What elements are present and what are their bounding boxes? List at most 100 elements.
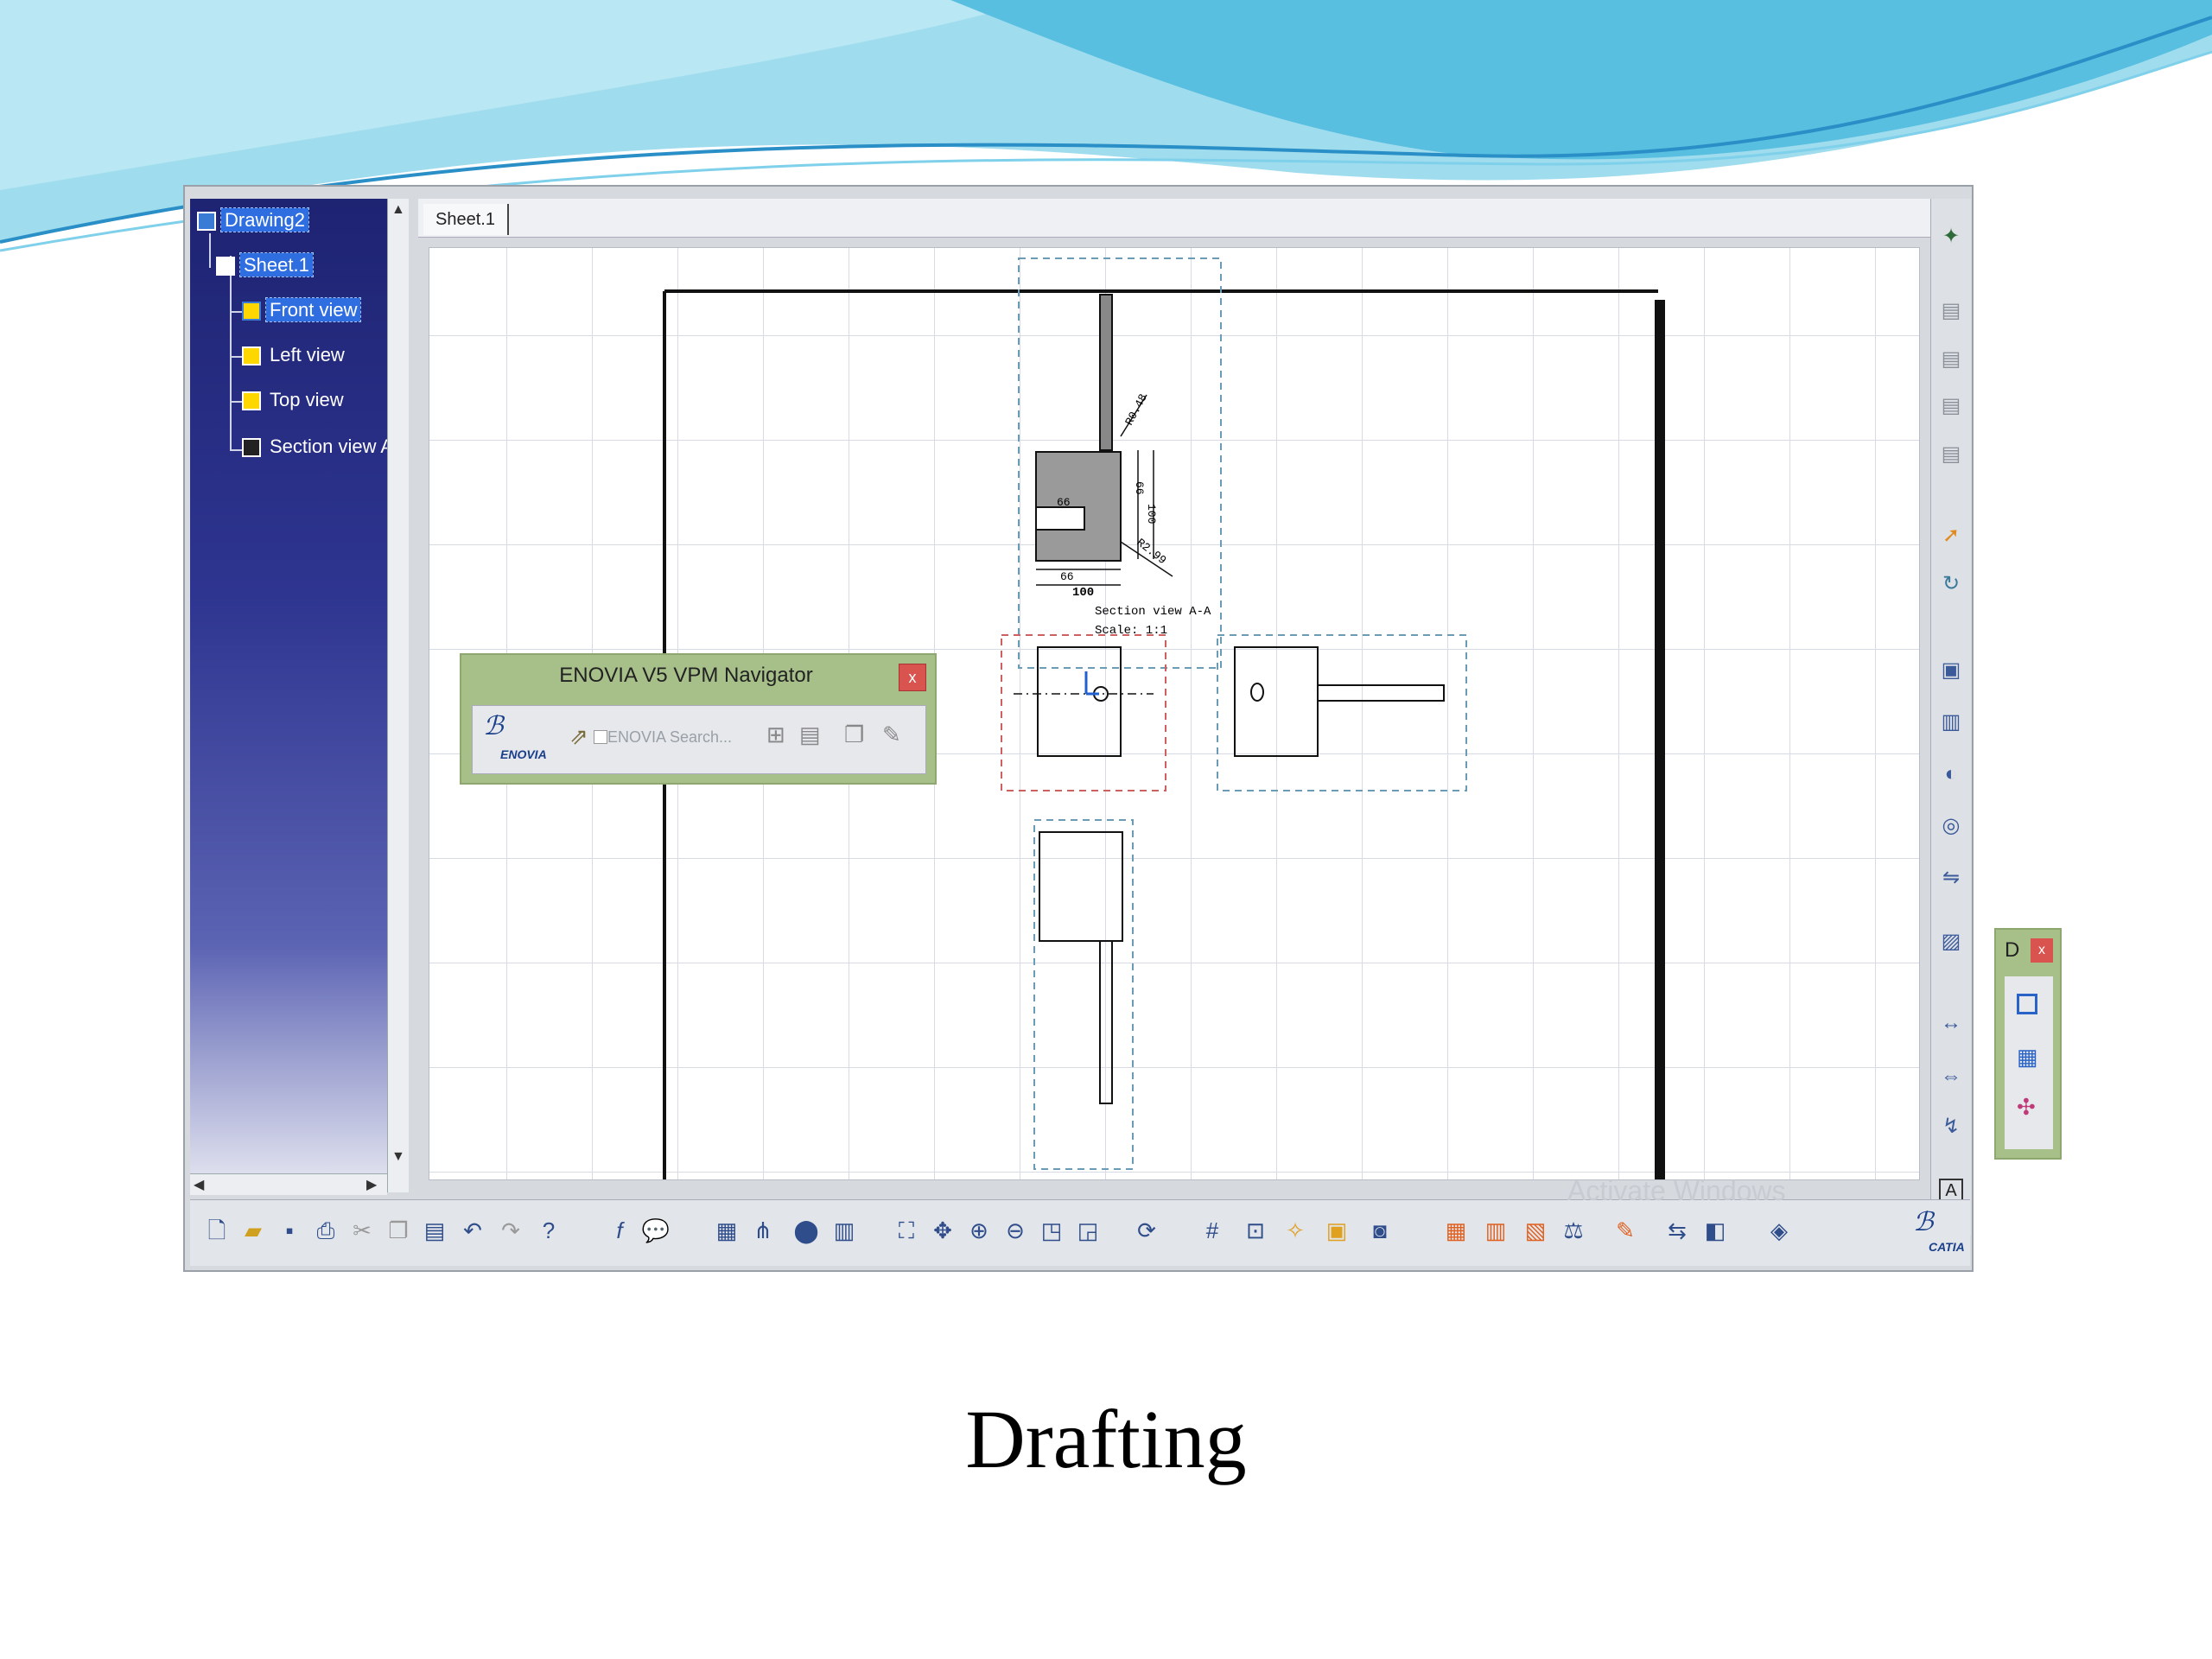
zoom-out-icon[interactable]: ⊖ <box>1001 1216 1030 1245</box>
sheet-icon[interactable]: ▤ <box>1939 299 1963 323</box>
knowledge-icon[interactable]: ⋔ <box>748 1216 778 1245</box>
normal-view-icon[interactable]: ◲ <box>1073 1216 1103 1245</box>
scroll-right-arrow-icon[interactable]: ▶ <box>366 1176 377 1193</box>
grid-view-icon[interactable]: ▦ <box>2017 1044 2038 1071</box>
left-view-hole <box>1250 683 1264 702</box>
tree-vertical-scrollbar[interactable]: ▲ ▼ <box>387 199 409 1192</box>
dimension-tool-icon[interactable]: ⇆ <box>1662 1216 1692 1245</box>
save-icon[interactable]: ▪ <box>275 1216 304 1245</box>
bottom-toolbar: 🗋 ▰ ▪ ⎙ ✂ ❐ ▤ ↶ ↷ ? f 💬 ▦ ⋔ ⬤ ▥ ⛶ ✥ ⊕ ⊖ … <box>190 1199 1970 1266</box>
refresh-icon[interactable]: ⟳ <box>1132 1216 1161 1245</box>
front-view-frame[interactable] <box>1001 634 1166 791</box>
enovia-search-field[interactable]: ENOVIA Search... <box>607 728 732 747</box>
new-sheet-icon[interactable]: ▤ <box>1939 347 1963 372</box>
left-view-body <box>1234 646 1319 757</box>
tree-item-label: Front view <box>264 297 362 322</box>
pan-icon[interactable]: ✥ <box>928 1216 957 1245</box>
scroll-up-arrow-icon[interactable]: ▲ <box>391 202 405 218</box>
copy-icon[interactable]: ❐ <box>384 1216 413 1245</box>
left-view-frame[interactable] <box>1217 634 1467 791</box>
3d-icon[interactable]: ◧ <box>1700 1216 1730 1245</box>
catia-logo: ℬ CATIA <box>1913 1207 1965 1259</box>
tree-item-sheet[interactable]: Sheet.1 <box>216 252 314 277</box>
cut-icon[interactable]: ✂ <box>347 1216 377 1245</box>
select-arrow-icon[interactable]: ➚ <box>1939 524 1963 548</box>
dress-up-icon[interactable]: ▧ <box>1521 1216 1550 1245</box>
print-icon[interactable]: ⎙ <box>311 1216 340 1245</box>
knowledgeware-icon[interactable]: ◈ <box>1764 1216 1794 1245</box>
table-icon[interactable]: ▦ <box>712 1216 741 1245</box>
drawing-floating-toolbar[interactable]: D x ▦ ✣ <box>1994 928 2062 1160</box>
drawing-icon <box>197 212 216 232</box>
dimension-icon[interactable]: ↔ <box>1939 1011 1963 1035</box>
constraint-icon[interactable]: ⚖ <box>1559 1216 1588 1245</box>
tree-item-top-view[interactable]: Top view <box>242 389 347 411</box>
view-wizard-icon[interactable]: ▨ <box>1939 930 1963 954</box>
update-icon[interactable]: ▤ <box>1939 442 1963 467</box>
help-icon[interactable]: ? <box>534 1216 563 1245</box>
catia-logo-text: CATIA <box>1929 1240 1965 1254</box>
open-icon[interactable]: ▰ <box>238 1216 268 1245</box>
snap-icon[interactable]: ⊡ <box>1241 1216 1270 1245</box>
zoom-area-icon[interactable]: ◳ <box>1037 1216 1066 1245</box>
catalog-icon[interactable]: ⬤ <box>791 1216 821 1245</box>
generate-dimension-icon[interactable]: ↯ <box>1939 1115 1963 1139</box>
section-scale-caption: Scale: 1:1 <box>1095 624 1167 638</box>
tree-item-drawing[interactable]: Drawing2 <box>197 207 309 232</box>
enovia-close-button[interactable]: x <box>899 664 926 691</box>
scroll-left-arrow-icon[interactable]: ◀ <box>194 1176 204 1193</box>
search-tree-icon[interactable]: ⊞ <box>766 721 785 748</box>
redo-icon[interactable]: ↷ <box>496 1216 525 1245</box>
floating-toolbar-close-button[interactable]: x <box>2031 938 2053 963</box>
wizard-icon[interactable]: ✣ <box>2017 1094 2036 1121</box>
detail-sheet-icon[interactable]: ▤ <box>1939 394 1963 418</box>
display-icon[interactable]: ◙ <box>1365 1216 1395 1245</box>
search-checkbox[interactable] <box>594 730 607 744</box>
sheet-icon <box>216 257 235 276</box>
analysis-icon[interactable]: ✧ <box>1281 1216 1310 1245</box>
top-view-frame[interactable] <box>1033 819 1134 1170</box>
tree-item-section-view[interactable]: Section view A <box>242 435 387 458</box>
edit-icon[interactable]: ✎ <box>882 721 901 748</box>
tab-sheet-1[interactable]: Sheet.1 <box>423 204 509 235</box>
enovia-logo: ℬ ENOVIA <box>483 711 547 768</box>
navigator-icon[interactable]: ⇗ <box>569 723 588 750</box>
front-view-body <box>1037 646 1122 757</box>
sheet-tab-bar: Sheet.1 <box>418 199 1934 238</box>
tree-item-front-view[interactable]: Front view <box>242 297 362 322</box>
section-view-icon[interactable]: ▥ <box>1939 710 1963 734</box>
undo-icon[interactable]: ↶ <box>458 1216 487 1245</box>
grid-icon[interactable]: # <box>1198 1216 1227 1245</box>
dim-label: 66 <box>1133 481 1146 495</box>
slide-caption: Drafting <box>965 1393 1247 1485</box>
copy-icon[interactable]: ❐ <box>844 721 864 748</box>
tree-item-left-view[interactable]: Left view <box>242 344 348 366</box>
clipping-view-icon[interactable]: ◎ <box>1939 814 1963 838</box>
enovia-toolbar[interactable]: ENOVIA V5 VPM Navigator x ℬ ENOVIA ⇗ ENO… <box>460 653 937 785</box>
rotate-icon[interactable]: ↻ <box>1939 572 1963 596</box>
front-view-icon[interactable]: ▣ <box>1939 658 1963 683</box>
annotation-icon[interactable]: ✎ <box>1611 1216 1640 1245</box>
formula-icon[interactable]: f <box>605 1216 634 1245</box>
left-view-shaft <box>1317 684 1445 702</box>
document-icon[interactable]: ▤ <box>799 721 821 748</box>
chained-dimension-icon[interactable]: ⇔ <box>1939 1065 1963 1089</box>
paste-icon[interactable]: ▤ <box>420 1216 449 1245</box>
tree-item-label: Drawing2 <box>220 207 309 232</box>
design-table-icon[interactable]: ▥ <box>830 1216 859 1245</box>
section-shaft <box>1099 294 1113 451</box>
layer-icon[interactable]: ▥ <box>1481 1216 1510 1245</box>
new-file-icon[interactable]: 🗋 <box>202 1216 232 1245</box>
ds-logo-icon: ℬ <box>1913 1208 1934 1236</box>
scroll-down-arrow-icon[interactable]: ▼ <box>391 1149 405 1165</box>
fit-all-icon[interactable]: ⛶ <box>892 1216 921 1245</box>
comment-icon[interactable]: 💬 <box>641 1216 671 1245</box>
tree-horizontal-scrollbar[interactable]: ◀ ▶ <box>190 1173 387 1195</box>
workbench-icon[interactable]: ✦ <box>1939 225 1963 249</box>
detail-view-icon[interactable]: ◐ <box>1939 762 1963 786</box>
broken-view-icon[interactable]: ⇋ <box>1939 866 1963 890</box>
grid-display-icon[interactable]: ▦ <box>1441 1216 1471 1245</box>
new-view-icon[interactable] <box>2017 994 2037 1014</box>
filter-icon[interactable]: ▣ <box>1322 1216 1351 1245</box>
zoom-in-icon[interactable]: ⊕ <box>964 1216 994 1245</box>
